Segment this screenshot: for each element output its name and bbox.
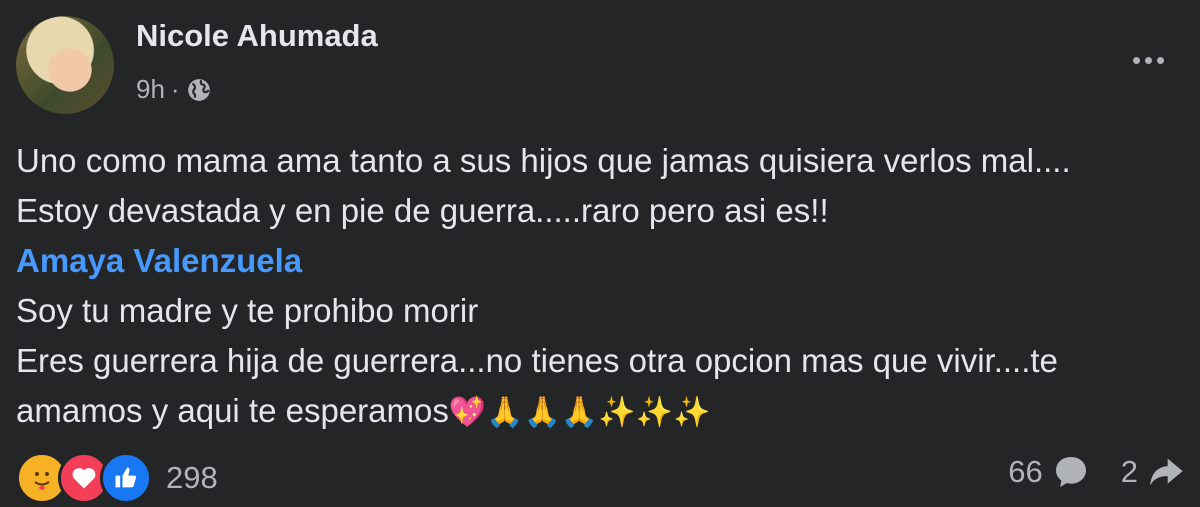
like-reaction-icon (100, 452, 152, 504)
post-line: Uno como mama ama tanto a sus hijos que … (16, 142, 1071, 179)
reaction-count[interactable]: 298 (166, 460, 218, 496)
comment-icon (1055, 457, 1086, 487)
post-time[interactable]: 9h (136, 74, 165, 105)
post-content: Uno como mama ama tanto a sus hijos que … (16, 136, 1186, 438)
emoji-sequence: 💖🙏🙏🙏✨✨✨ (448, 396, 711, 429)
post-line-last: amamos y aqui te esperamos💖🙏🙏🙏✨✨✨ (16, 386, 1186, 438)
shares-stat[interactable]: 2 (1121, 452, 1186, 492)
more-options-icon[interactable] (1124, 46, 1172, 74)
share-icon (1150, 458, 1183, 486)
engagement-stats: 66 2 (1008, 452, 1186, 492)
author-name[interactable]: Nicole Ahumada (136, 18, 378, 54)
reactions-summary[interactable]: 298 (16, 452, 218, 504)
shares-count: 2 (1120, 454, 1138, 489)
comments-stat[interactable]: 66 (1008, 452, 1090, 492)
avatar[interactable] (16, 16, 114, 114)
post-line: Eres guerrera hija de guerrera...no tien… (16, 342, 1058, 379)
post-line-text: amamos y aqui te esperamos (16, 392, 449, 429)
globe-icon[interactable] (186, 77, 212, 103)
post-meta: 9h · (136, 74, 212, 105)
comments-count: 66 (1008, 454, 1043, 489)
mention-link[interactable]: Amaya Valenzuela (16, 242, 302, 279)
meta-separator: · (170, 74, 180, 104)
post-line: Soy tu madre y te prohibo morir (16, 292, 479, 329)
post-line: Estoy devastada y en pie de guerra.....r… (16, 192, 829, 229)
